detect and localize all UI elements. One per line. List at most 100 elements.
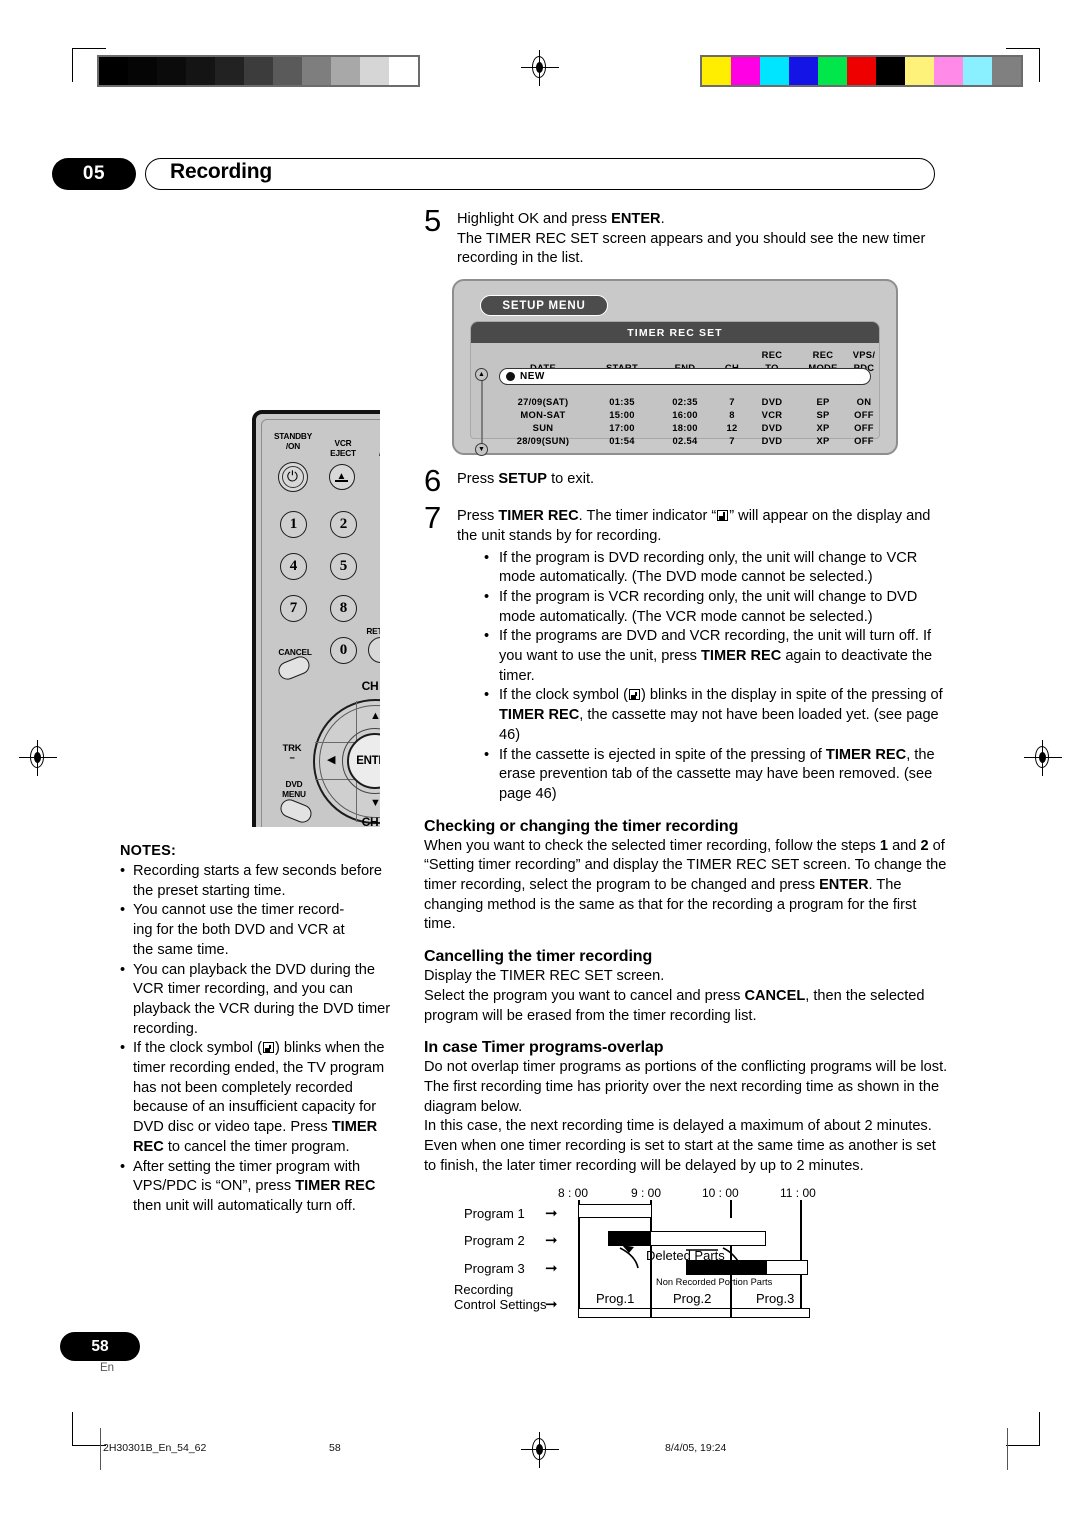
step-7: 7 Press TIMER REC. The timer indicator “… xyxy=(424,502,948,546)
cell-vps-pdc: OFF xyxy=(854,422,874,434)
remote-button-2[interactable]: 2 xyxy=(330,511,357,538)
bullet-icon: • xyxy=(120,863,126,879)
cell-date: 27/09(SAT) xyxy=(517,396,569,408)
segment-label-prog1: Prog.1 xyxy=(596,1290,635,1306)
note-text: After setting the timer program with VPS… xyxy=(133,1158,376,1214)
color-swatch-7 xyxy=(905,57,934,85)
print-file-name: 2H30301B_En_54_62 xyxy=(103,1442,207,1454)
gridline-10 xyxy=(730,1199,732,1218)
bar-program-3-deleted xyxy=(686,1259,766,1275)
remote-button-4[interactable]: 4 xyxy=(280,553,307,580)
cell-ch: 8 xyxy=(729,409,735,421)
print-page-number: 58 xyxy=(329,1442,341,1454)
greyscale-swatch-10 xyxy=(389,57,418,85)
table-row[interactable]: 27/09(SAT) 01:35 02:35 7 DVD EP ON xyxy=(473,396,877,407)
scroll-up-icon[interactable]: ▲ xyxy=(475,368,488,382)
step-text: Press TIMER REC. The timer indicator “” … xyxy=(457,508,931,544)
remote-label-return: RETURN xyxy=(366,626,380,636)
page-number-badge: 58 xyxy=(60,1332,140,1361)
clock-symbol-icon xyxy=(262,1042,274,1054)
table-row[interactable]: SUN 17:00 18:00 12 DVD XP OFF xyxy=(473,422,877,433)
new-row-label: NEW xyxy=(520,371,545,383)
timer-rec-set-title: TIMER REC SET xyxy=(471,322,879,344)
color-swatch-10 xyxy=(992,57,1021,85)
dpad-up-arrow-icon[interactable]: ▲ xyxy=(370,711,380,722)
timer-rec-set-screen: SETUP MENU TIMER REC SET REC REC VPS/ DA… xyxy=(452,279,898,457)
remote-label-ch-down: CH − xyxy=(361,815,379,827)
remote-button-5[interactable]: 5 xyxy=(330,553,357,580)
greyscale-swatch-8 xyxy=(331,57,360,85)
bullet-icon: • xyxy=(120,1040,126,1057)
cell-rec-to: DVD xyxy=(761,396,783,408)
greyscale-swatch-1 xyxy=(128,57,157,85)
print-timestamp: 8/4/05, 19:24 xyxy=(665,1442,727,1454)
registration-target-top xyxy=(521,50,559,86)
cell-rec-to: DVD xyxy=(761,422,783,434)
cell-start: 15:00 xyxy=(609,409,635,421)
note-item: • You cannot use the timer record-ing fo… xyxy=(120,901,395,960)
cell-rec-mode: XP xyxy=(816,435,830,447)
scrollbar[interactable]: ▲ ▼ xyxy=(475,368,489,457)
row-label-program-3: Program 3 xyxy=(464,1260,525,1276)
greyscale-swatch-2 xyxy=(157,57,186,85)
gridline-11 xyxy=(800,1199,802,1316)
page-title: Recording xyxy=(170,160,273,183)
remote-button-8[interactable]: 8 xyxy=(330,595,357,622)
new-timer-row[interactable]: NEW xyxy=(499,368,871,386)
remote-control-illustration: STANDBY /ON VCR EJECT DVD OPEN /CLOSE DV… xyxy=(126,205,380,827)
scroll-down-icon[interactable]: ▼ xyxy=(475,443,488,457)
time-tick-9: 9 : 00 xyxy=(631,1185,662,1200)
cell-rec-mode: SP xyxy=(816,409,830,421)
step7-bullet: • If the program is VCR recording only, … xyxy=(484,588,948,627)
remote-button-1[interactable]: 1 xyxy=(280,511,307,538)
setup-menu-badge: SETUP MENU xyxy=(480,295,608,317)
remote-button-0[interactable]: 0 xyxy=(330,637,357,664)
remote-button-7[interactable]: 7 xyxy=(280,595,307,622)
remote-label-cancel: CANCEL xyxy=(278,647,312,657)
dpad-left-arrow-icon[interactable]: ◀ xyxy=(327,755,335,766)
cell-end: 16:00 xyxy=(672,409,698,421)
note-text: Recording starts a few seconds before th… xyxy=(133,863,383,899)
section-body-cancelling: Display the TIMER REC SET screen. Select… xyxy=(424,968,925,1024)
main-content-column: 5 Highlight OK and press ENTER. The TIME… xyxy=(424,205,948,1318)
registration-target-right xyxy=(1024,740,1062,776)
remote-label-dvd-open-close: DVD OPEN /CLOSE xyxy=(366,430,380,459)
color-swatch-3 xyxy=(789,57,818,85)
step-5: 5 Highlight OK and press ENTER. The TIME… xyxy=(424,205,948,269)
remote-button-vcr-eject[interactable]: ▲ xyxy=(329,464,355,490)
dpad-down-arrow-icon[interactable]: ▼ xyxy=(370,798,380,809)
bullet-text: If the cassette is ejected in spite of t… xyxy=(499,746,935,802)
color-swatch-5 xyxy=(847,57,876,85)
time-tick-8: 8 : 00 xyxy=(558,1185,589,1200)
section-heading-cancelling: Cancelling the timer recording xyxy=(424,948,653,966)
scrollbar-track xyxy=(481,378,483,449)
time-tick-11: 11 : 00 xyxy=(780,1185,816,1200)
remote-button-standby-on[interactable]: ⏻ xyxy=(278,462,308,492)
arrow-right-icon: ➞ xyxy=(545,1259,558,1277)
cell-date: 28/09(SUN) xyxy=(516,435,570,447)
arrow-right-icon: ➞ xyxy=(545,1295,558,1313)
note-item: • After setting the timer program with V… xyxy=(120,1158,395,1217)
bullet-text: If the program is VCR recording only, th… xyxy=(499,588,918,625)
bullet-icon: • xyxy=(484,687,490,704)
table-row[interactable]: 28/09(SUN) 01:54 02.54 7 DVD XP OFF xyxy=(473,435,877,446)
color-swatch-4 xyxy=(818,57,847,85)
table-row[interactable]: MON-SAT 15:00 16:00 8 VCR SP OFF xyxy=(473,409,877,420)
table-header-row-top: REC REC VPS/ xyxy=(473,349,877,360)
step-number: 7 xyxy=(424,500,441,536)
cell-end: 02.54 xyxy=(672,435,698,447)
power-icon: ⏻ xyxy=(286,467,298,484)
section-body-checking: When you want to check the selected time… xyxy=(424,837,947,933)
step-text: Press SETUP to exit. xyxy=(457,471,595,488)
section-heading-overlap: In case Timer programs-overlap xyxy=(424,1039,664,1057)
cell-ch: 12 xyxy=(726,422,738,434)
timer-rec-table: REC REC VPS/ DATE START END CH TO MODE P… xyxy=(471,347,879,448)
step7-bullet: • If the program is DVD recording only, … xyxy=(484,549,948,588)
segment-label-prog2: Prog.2 xyxy=(673,1290,712,1306)
row-label-program-2: Program 2 xyxy=(464,1232,525,1248)
time-tick-10: 10 : 00 xyxy=(702,1185,739,1200)
step-6: 6 Press SETUP to exit. xyxy=(424,465,948,496)
bullet-dot-icon xyxy=(506,372,515,382)
remote-label-standby-on: STANDBY /ON xyxy=(273,431,313,451)
annotation-non-recorded: Non Recorded Portion Parts xyxy=(656,1276,773,1287)
